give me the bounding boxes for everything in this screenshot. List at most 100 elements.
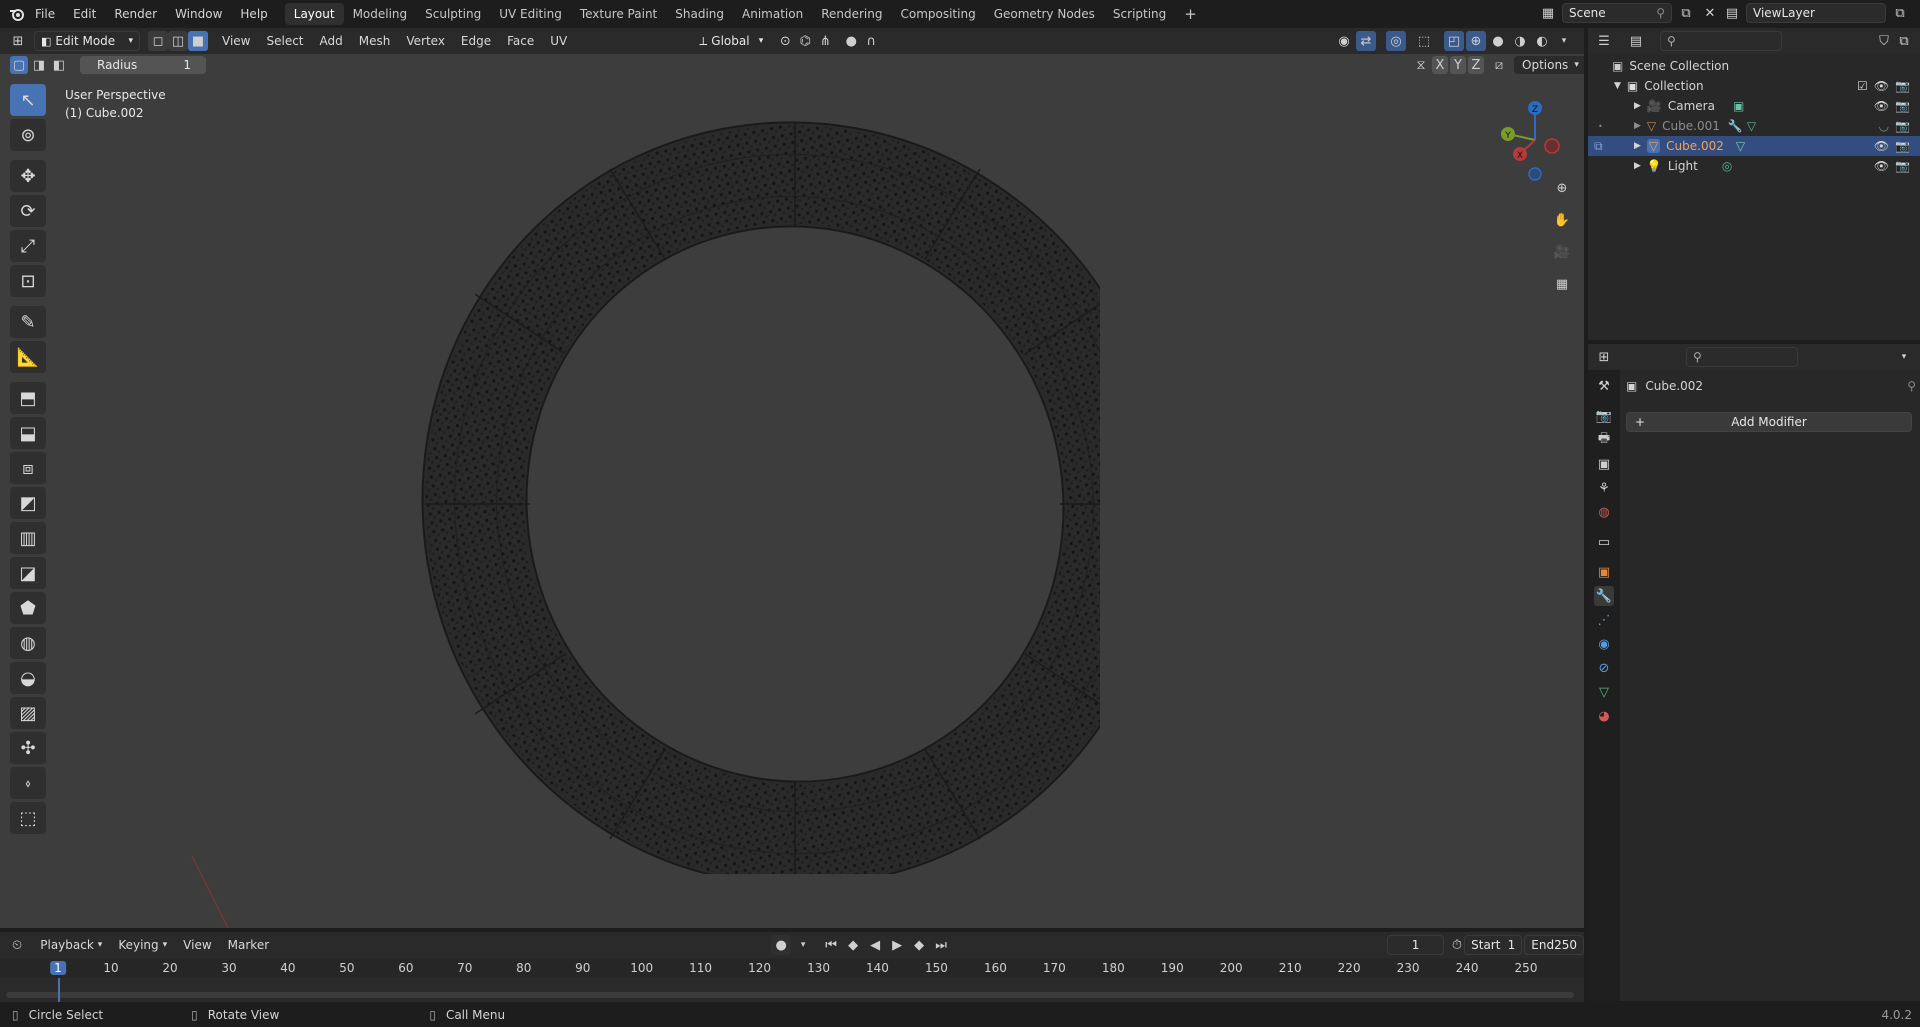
menu-playback[interactable]: Playback ▾ [32,935,110,955]
tab-texture-paint[interactable]: Texture Paint [571,3,666,25]
render-camera-icon[interactable]: 📷 [1895,99,1910,113]
viewlayer-icon[interactable]: ▤ [1722,3,1742,23]
edge-select-icon[interactable]: ◫ [168,31,188,51]
play-reverse-icon[interactable]: ◀ [865,935,885,955]
checkbox-icon[interactable]: ☑ [1857,79,1868,93]
edit-mode-icon[interactable]: ⧉ [1594,139,1603,154]
new-scene-icon[interactable]: ⧉ [1676,3,1696,23]
rotate-tool-icon[interactable]: ⟳ [10,195,46,227]
tab-animation[interactable]: Animation [733,3,812,25]
pan-hand-icon[interactable]: ✋ [1550,208,1574,232]
tab-scripting[interactable]: Scripting [1104,3,1175,25]
stopwatch-icon[interactable]: ⏱ [1450,935,1464,955]
transform-tool-icon[interactable]: ⊡ [10,265,46,297]
mirror-x-toggle[interactable]: X [1432,56,1448,74]
render-camera-icon[interactable]: 📷 [1895,139,1910,153]
menu-mesh[interactable]: Mesh [351,31,399,51]
chevron-down-icon[interactable]: ▾ [1894,347,1914,367]
overlay-icon[interactable]: ◎ [1386,31,1406,51]
menu-keying[interactable]: Keying ▾ [110,935,175,955]
mesh-data-icon[interactable]: ▽ [1736,139,1745,153]
menu-face[interactable]: Face [499,31,542,51]
shrink-fatten-tool-icon[interactable]: ✣ [10,732,46,764]
pin-icon[interactable]: ⚲ [1907,379,1916,393]
frame-ruler[interactable]: 1 10 20 30 40 50 60 70 80 90 100 110 120 130 140 150 160… [0,958,1584,978]
camera-view-icon[interactable]: 🎥 [1550,240,1574,264]
outliner-item-cube-001[interactable]: • ▶ ▽ Cube.001 🔧 ▽ ◡ 📷 [1588,116,1920,136]
menu-add[interactable]: Add [312,31,351,51]
snap-target-icon[interactable]: ⋔ [815,31,835,51]
collection-tab-icon[interactable]: ▭ [1594,532,1614,552]
data-tab-icon[interactable]: ▽ [1594,682,1614,702]
outliner-item-light[interactable]: ▶ 💡 Light ◎ 👁 📷 [1588,156,1920,176]
output-tab-icon[interactable]: 🖶 [1594,430,1614,450]
tab-modeling[interactable]: Modeling [344,3,417,25]
grid-view-icon[interactable]: ▦ [1550,272,1574,296]
tab-compositing[interactable]: Compositing [891,3,984,25]
eye-closed-icon[interactable]: ◡ [1879,119,1889,133]
radius-field[interactable]: Radius 1 [80,56,206,74]
next-keyframe-icon[interactable]: ◆ [909,935,929,955]
loop-cut-tool-icon[interactable]: ▥ [10,522,46,554]
shading-options-icon[interactable]: ▾ [1554,31,1574,51]
start-frame-field[interactable]: Start 1 [1464,935,1523,955]
pivot-icon[interactable]: ⊙ [775,31,795,51]
material-tab-icon[interactable]: ◕ [1594,706,1614,726]
orientation-selector[interactable]: ⟂ Global ▾ [693,31,769,51]
expand-icon[interactable]: ▼ [1614,81,1621,91]
falloff-icon[interactable]: ∩ [861,31,881,51]
menu-timeline-view[interactable]: View [175,935,219,955]
visibility-icon[interactable]: ◉ [1334,31,1354,51]
spin-tool-icon[interactable]: ◍ [10,627,46,659]
camera-data-icon[interactable]: ▣ [1733,99,1744,113]
editor-type-icon[interactable]: ⊞ [8,31,28,51]
render-camera-icon[interactable]: 📷 [1895,79,1910,93]
menu-window[interactable]: Window [166,0,231,28]
wireframe-shading-icon[interactable]: ⊕ [1466,31,1486,51]
xray-icon[interactable]: ◰ [1444,31,1464,51]
edge-slide-tool-icon[interactable]: ▨ [10,697,46,729]
bevel-tool-icon[interactable]: ◩ [10,487,46,519]
zoom-icon[interactable]: ⊕ [1550,176,1574,200]
select-new-icon[interactable]: ▢ [10,56,28,74]
filter-icon[interactable]: ⛉ [1874,31,1894,51]
wrench-icon[interactable]: 🔧 [1728,119,1743,133]
viewlayer-field[interactable]: ViewLayer [1746,3,1886,23]
end-frame-field[interactable]: End 250 [1524,935,1584,955]
expand-icon[interactable]: ▶ [1634,101,1641,111]
pin-icon[interactable]: ⚲ [1656,6,1665,20]
object-tab-icon[interactable]: ▣ [1594,562,1614,582]
physics-tab-icon[interactable]: ◉ [1594,634,1614,654]
solid-shading-icon[interactable]: ● [1488,31,1508,51]
modifier-tab-icon[interactable]: 🔧 [1594,586,1614,606]
light-data-icon[interactable]: ◎ [1722,159,1732,173]
particles-tab-icon[interactable]: ⋰ [1594,610,1614,630]
menu-file[interactable]: File [26,0,64,28]
menu-help[interactable]: Help [231,0,276,28]
expand-icon[interactable]: ▶ [1634,121,1641,131]
menu-edit[interactable]: Edit [64,0,105,28]
mirror-icon[interactable]: ⧖ [1412,56,1430,74]
keyframe-area[interactable] [0,978,1584,1002]
chevron-down-icon[interactable]: ▾ [793,935,813,955]
menu-vertex[interactable]: Vertex [398,31,453,51]
delete-viewlayer-icon[interactable]: ✕ [1914,3,1920,23]
constraints-tab-icon[interactable]: ⊘ [1594,658,1614,678]
face-select-icon[interactable]: ■ [188,31,208,51]
extrude-tool-icon[interactable]: ⬓ [10,417,46,449]
render-camera-icon[interactable]: 📷 [1895,159,1910,173]
outliner-search-input[interactable]: ⚲ [1660,31,1782,51]
mesh-data-icon[interactable]: ▽ [1747,119,1756,133]
select-tool-icon[interactable]: ↖ [10,84,46,116]
menu-select[interactable]: Select [258,31,311,51]
new-viewlayer-icon[interactable]: ⧉ [1890,3,1910,23]
jump-end-icon[interactable]: ⏭ [931,935,951,955]
add-workspace-button[interactable]: + [1175,3,1206,25]
timeline-editor-icon[interactable]: ⏲ [10,935,24,955]
proportional-edit-icon[interactable]: ● [841,31,861,51]
expand-icon[interactable]: ▶ [1634,141,1641,151]
eye-icon[interactable]: 👁 [1874,159,1889,173]
render-tab-icon[interactable]: 📷 [1594,406,1614,426]
gizmo-icon[interactable]: ⇄ [1356,31,1376,51]
options-button[interactable]: Options ▾ [1514,56,1584,74]
